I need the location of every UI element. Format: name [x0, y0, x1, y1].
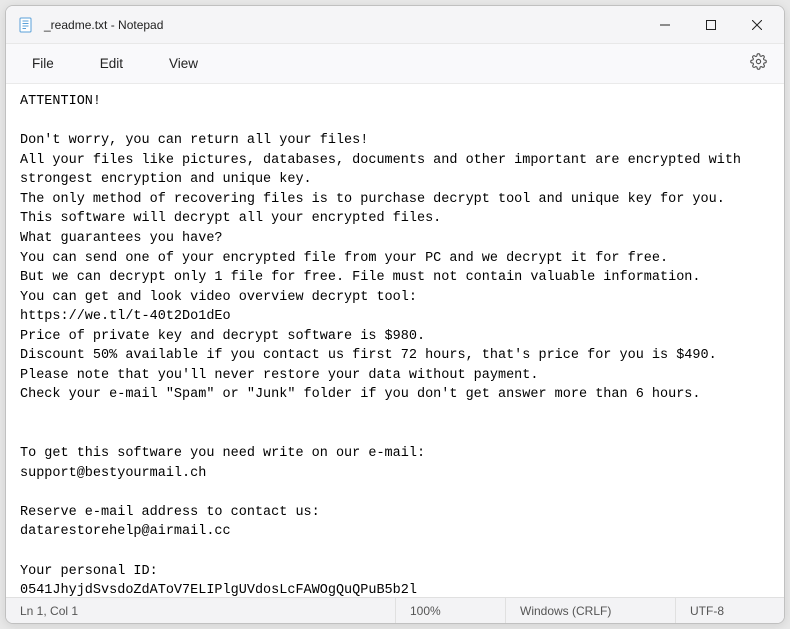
- notepad-window: _readme.txt - Notepad File Edit View: [5, 5, 785, 624]
- menu-file[interactable]: File: [16, 50, 70, 77]
- maximize-button[interactable]: [688, 9, 734, 41]
- status-line-ending: Windows (CRLF): [506, 598, 676, 623]
- settings-button[interactable]: [742, 48, 774, 80]
- titlebar: _readme.txt - Notepad: [6, 6, 784, 44]
- window-controls: [642, 9, 780, 41]
- status-position: Ln 1, Col 1: [6, 598, 396, 623]
- close-button[interactable]: [734, 9, 780, 41]
- text-editor[interactable]: ATTENTION! Don't worry, you can return a…: [6, 84, 784, 597]
- menubar: File Edit View: [6, 44, 784, 84]
- gear-icon: [750, 53, 767, 75]
- menu-view[interactable]: View: [153, 50, 214, 77]
- menu-edit[interactable]: Edit: [84, 50, 139, 77]
- status-encoding: UTF-8: [676, 598, 784, 623]
- minimize-button[interactable]: [642, 9, 688, 41]
- status-zoom[interactable]: 100%: [396, 598, 506, 623]
- statusbar: Ln 1, Col 1 100% Windows (CRLF) UTF-8: [6, 597, 784, 623]
- window-title: _readme.txt - Notepad: [44, 18, 642, 32]
- notepad-icon: [18, 17, 34, 33]
